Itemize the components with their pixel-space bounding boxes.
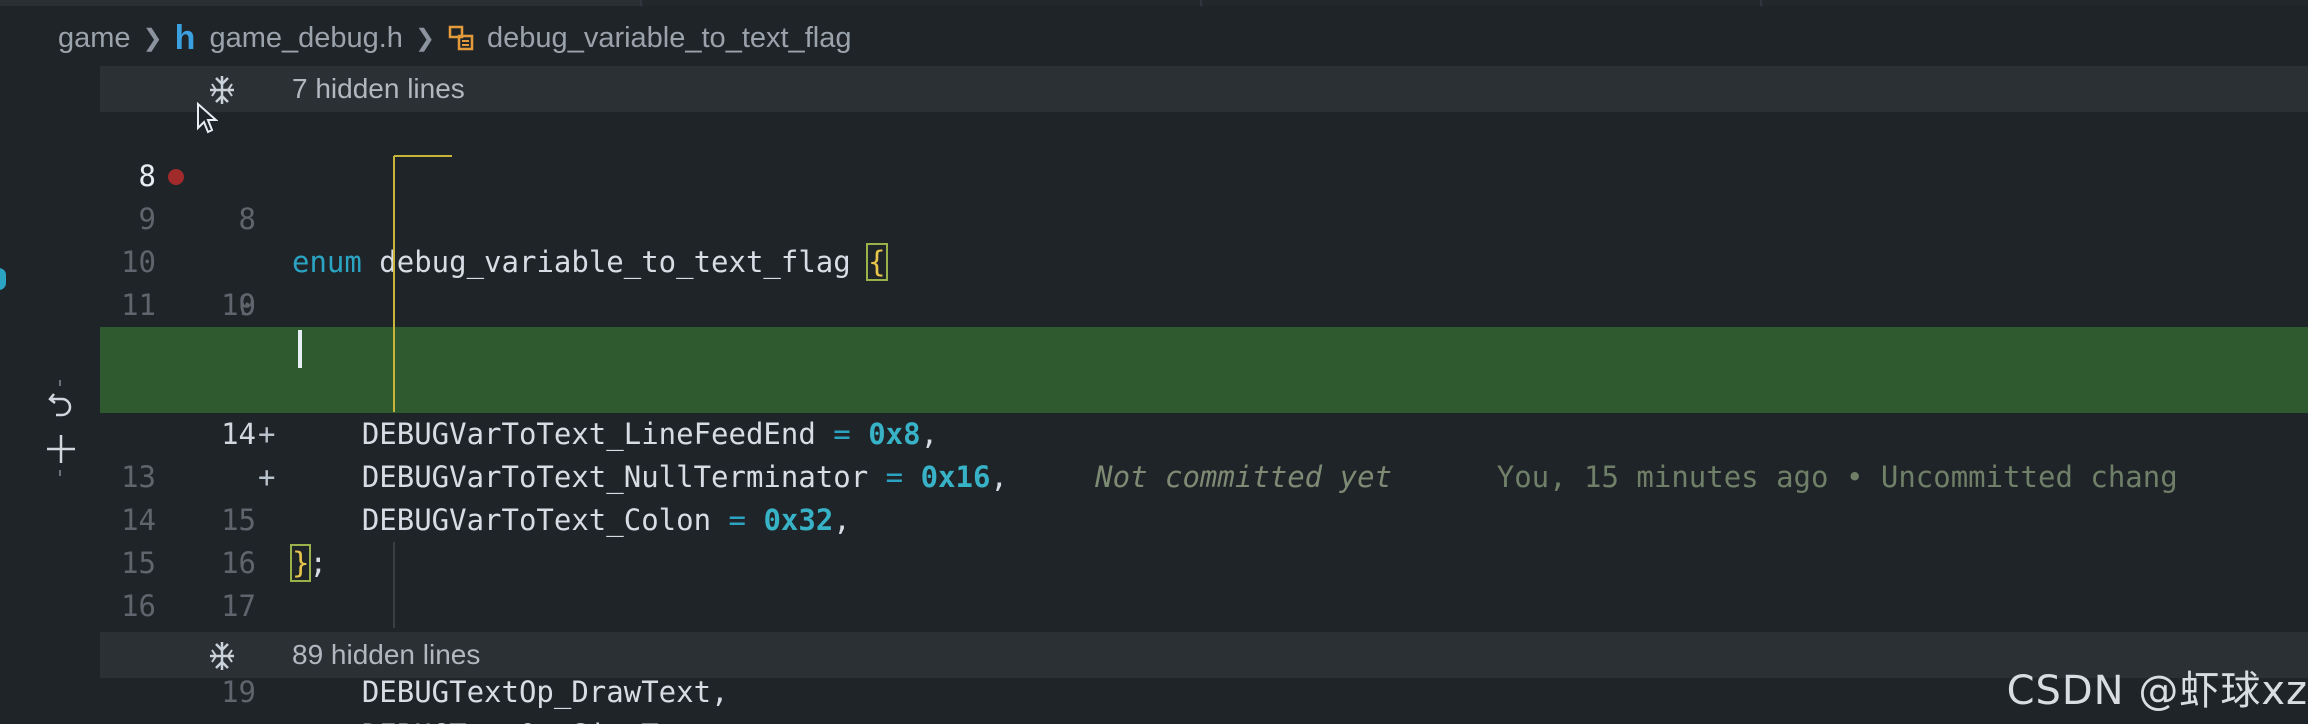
breakpoint-icon[interactable] (168, 169, 184, 185)
hidden-lines-label: 7 hidden lines (292, 73, 465, 104)
unfold-icon[interactable] (206, 640, 238, 672)
watermark: CSDN @虾球xz (2006, 668, 2308, 714)
bracket-pair-guide (393, 155, 452, 628)
revert-icon[interactable] (46, 388, 76, 422)
h-file-icon: h (174, 18, 196, 57)
fold-hidden-lines-bottom[interactable]: 89 hidden lines (100, 632, 2308, 678)
diff-gutter (0, 60, 100, 724)
gutter-dot (59, 380, 61, 386)
gutter-dot (59, 470, 61, 476)
breadcrumb-file[interactable]: game_debug.h (209, 22, 403, 55)
editor-tab-strip (0, 0, 2308, 6)
scroll-indicator (0, 268, 6, 290)
breadcrumb-folder[interactable]: game (58, 22, 131, 55)
chevron-right-icon: ❯ (142, 24, 163, 52)
breadcrumb-symbol[interactable]: debug_variable_to_text_flag (487, 22, 851, 55)
fold-hidden-lines-top[interactable]: 7 hidden lines (100, 66, 2308, 112)
text-cursor (298, 330, 302, 368)
stage-change-icon[interactable] (44, 432, 78, 466)
chevron-right-icon: ❯ (414, 24, 436, 52)
breadcrumb: game ❯ h game_debug.h ❯ debug_variable_t… (58, 16, 851, 60)
mouse-pointer-icon (197, 102, 218, 134)
hidden-lines-label: 89 hidden lines (292, 639, 481, 670)
diff-editor[interactable]: 8 8 enum debug_variable_to_text_flag { 9… (100, 102, 2308, 724)
code-text: DEBUGTextOp_SizeText, (292, 714, 729, 724)
enum-icon (447, 24, 475, 52)
